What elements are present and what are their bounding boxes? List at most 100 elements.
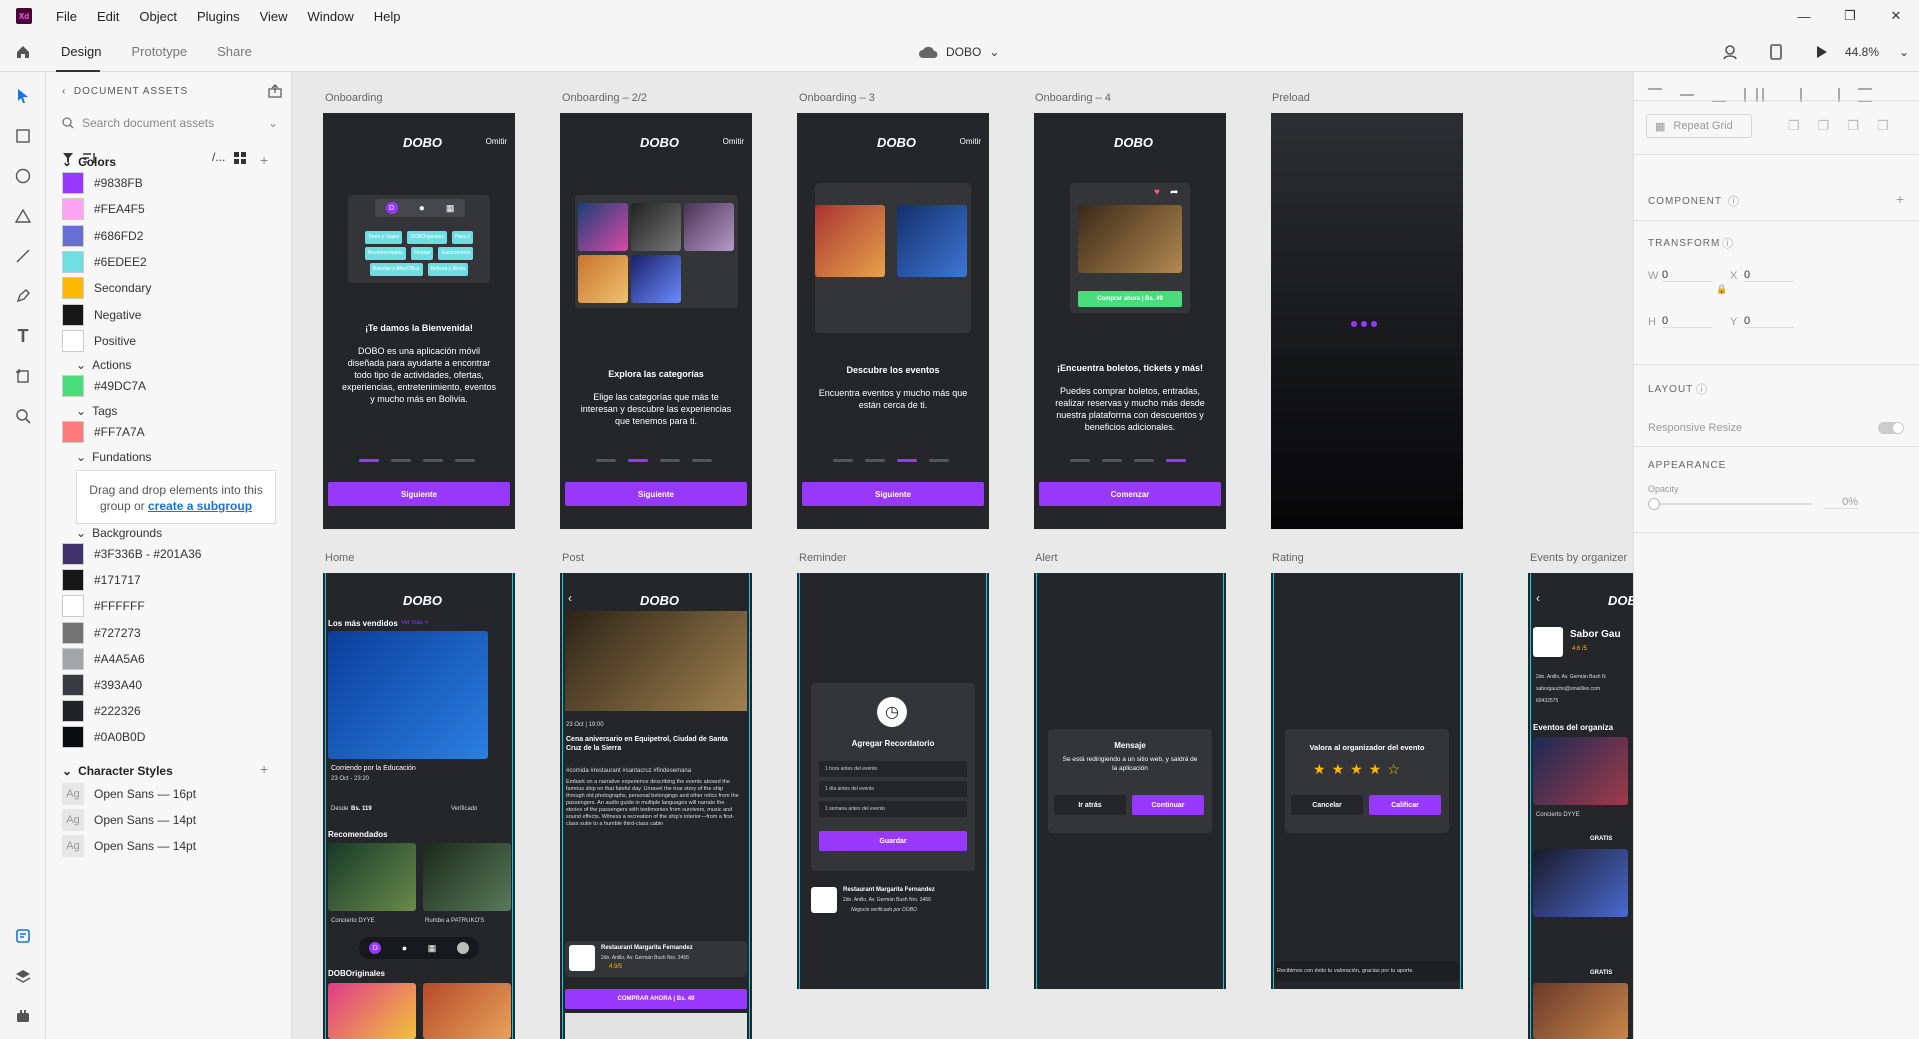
exclude-icon[interactable]: ❐	[1877, 118, 1889, 134]
artboard-label[interactable]: Onboarding – 3	[799, 92, 875, 104]
event-image[interactable]	[1533, 849, 1628, 917]
artboard-preload[interactable]	[1271, 113, 1463, 529]
artboard-label[interactable]: Alert	[1035, 552, 1058, 564]
polygon-tool-icon[interactable]	[13, 206, 33, 226]
featured-event-image[interactable]	[328, 631, 488, 759]
layers-panel-icon[interactable]	[13, 966, 33, 986]
add-component-icon[interactable]: +	[1896, 191, 1904, 207]
color-swatch-row[interactable]: #A4A5A6	[62, 647, 145, 671]
list-view-icon[interactable]: /...	[212, 150, 225, 164]
menu-help[interactable]: Help	[364, 0, 411, 32]
mobile-preview-icon[interactable]	[1753, 44, 1799, 60]
color-swatch-row[interactable]: Positive	[62, 329, 136, 353]
color-swatch-row[interactable]: #686FD2	[62, 224, 143, 248]
back-arrow-icon[interactable]: ‹	[568, 591, 572, 605]
buy-now-button[interactable]: COMPRAR AHORA | Bs. 49	[565, 989, 747, 1009]
color-swatch-row[interactable]: #9838FB	[62, 171, 143, 195]
tab-prototype[interactable]: Prototype	[116, 32, 202, 72]
reminder-option[interactable]: 1 hora antes del evento	[819, 761, 967, 777]
menu-plugins[interactable]: Plugins	[187, 0, 250, 32]
cancel-button[interactable]: Cancelar	[1291, 795, 1363, 815]
export-icon[interactable]	[268, 84, 282, 101]
artboard-rating[interactable]: Valora al organizador del evento ★ ★ ★ ★ ☆ C…	[1271, 573, 1463, 989]
repeat-grid-button[interactable]: ▦ Repeat Grid	[1646, 114, 1752, 138]
colors-section[interactable]: ⌄ Colors	[62, 155, 116, 169]
map-preview[interactable]	[565, 1013, 747, 1039]
back-chevron-icon[interactable]: ‹	[62, 86, 66, 97]
search-chevron-icon[interactable]: ⌄	[268, 116, 278, 130]
back-arrow-icon[interactable]: ‹	[1536, 591, 1540, 605]
artboard-onboarding-2[interactable]: DOBO Omitir Explora las categorías Elige…	[560, 113, 752, 529]
artboard-home[interactable]: DOBO Los más vendidos Ver más > Corriend…	[323, 573, 515, 1039]
tab-share[interactable]: Share	[202, 32, 267, 72]
event-image[interactable]	[1533, 983, 1628, 1039]
tags-group[interactable]: ⌄ Tags	[76, 404, 117, 418]
save-button[interactable]: Guardar	[819, 831, 967, 851]
zoom-chevron-icon[interactable]: ⌄	[1889, 45, 1919, 59]
color-swatch-row[interactable]: #49DC7A	[62, 374, 146, 398]
restore-icon[interactable]: ❐	[1827, 0, 1873, 32]
character-styles-section[interactable]: ⌄ Character Styles	[62, 764, 173, 778]
artboard-reminder[interactable]: ◷ Agregar Recordatorio 1 hora antes del …	[797, 573, 989, 989]
actions-group[interactable]: ⌄ Actions	[76, 358, 131, 372]
artboard-label[interactable]: Onboarding – 2/2	[562, 92, 647, 104]
opacity-slider-handle[interactable]	[1648, 498, 1660, 510]
close-icon[interactable]: ✕	[1873, 0, 1919, 32]
artboard-label[interactable]: Rating	[1272, 552, 1304, 564]
subtract-icon[interactable]: ❐	[1818, 118, 1830, 134]
original-image[interactable]	[328, 983, 416, 1039]
skip-link[interactable]: Omitir	[486, 137, 507, 146]
line-tool-icon[interactable]	[13, 246, 33, 266]
lock-aspect-icon[interactable]: 🔒	[1716, 284, 1727, 295]
menu-object[interactable]: Object	[129, 0, 187, 32]
y-input[interactable]: 0	[1744, 315, 1794, 328]
next-button[interactable]: Siguiente	[565, 482, 747, 506]
search-input[interactable]: Search document assets	[82, 116, 214, 130]
info-icon[interactable]: ⓘ	[1722, 235, 1733, 251]
menu-window[interactable]: Window	[298, 0, 364, 32]
info-icon[interactable]: ⓘ	[1728, 193, 1739, 209]
backgrounds-group[interactable]: ⌄ Backgrounds	[76, 526, 162, 540]
color-swatch-row[interactable]: Negative	[62, 303, 141, 327]
avatar[interactable]	[456, 942, 469, 954]
pen-tool-icon[interactable]	[13, 286, 33, 306]
start-button[interactable]: Comenzar	[1039, 482, 1221, 506]
fundations-group[interactable]: ⌄ Fundations	[76, 450, 151, 464]
character-style-row[interactable]: Ag Open Sans — 14pt	[62, 808, 196, 832]
skip-link[interactable]: Omitir	[960, 137, 981, 146]
create-subgroup-link[interactable]: create a subgroup	[148, 499, 252, 513]
artboard-onboarding-3[interactable]: DOBO Omitir Descubre los eventos Encuent…	[797, 113, 989, 529]
see-more-link[interactable]: Ver más >	[401, 620, 428, 626]
intersect-icon[interactable]: ❐	[1847, 118, 1859, 134]
color-swatch-row[interactable]: #0A0B0D	[62, 725, 145, 749]
event-image[interactable]	[1533, 737, 1628, 805]
home-icon[interactable]	[0, 44, 46, 60]
artboard-onboarding-4[interactable]: DOBO ♥ ➦ Comprar ahora | Bs. 49 ¡Encuent…	[1034, 113, 1226, 529]
menu-edit[interactable]: Edit	[87, 0, 129, 32]
color-swatch-row[interactable]: #3F336B - #201A36	[62, 542, 201, 566]
color-swatch-row[interactable]: #FF7A7A	[62, 420, 145, 444]
color-swatch-row[interactable]: #171717	[62, 568, 141, 592]
buy-now-button[interactable]: Comprar ahora | Bs. 49	[1078, 291, 1182, 307]
character-style-row[interactable]: Ag Open Sans — 16pt	[62, 782, 196, 806]
go-back-button[interactable]: Ir atrás	[1054, 795, 1126, 815]
reminder-option[interactable]: 1 día antes del evento	[819, 781, 967, 797]
color-swatch-row[interactable]: Secondary	[62, 276, 151, 300]
artboard-label[interactable]: Events by organizer	[1530, 552, 1627, 564]
zoom-level[interactable]: 44.8%	[1845, 45, 1889, 59]
color-swatch-row[interactable]: #393A40	[62, 673, 142, 697]
star-rating[interactable]: ★ ★ ★ ★ ☆	[1313, 761, 1400, 778]
color-swatch-row[interactable]: #6EDEE2	[62, 250, 147, 274]
color-swatch-row[interactable]: #727273	[62, 621, 141, 645]
select-tool-icon[interactable]	[13, 86, 33, 106]
artboard-label[interactable]: Onboarding – 4	[1035, 92, 1111, 104]
design-canvas[interactable]: Onboarding Onboarding – 2/2 Onboarding –…	[292, 72, 1633, 1039]
artboard-label[interactable]: Preload	[1272, 92, 1310, 104]
opacity-slider-track[interactable]	[1648, 503, 1812, 505]
x-input[interactable]: 0	[1744, 269, 1794, 282]
continue-button[interactable]: Continuar	[1132, 795, 1204, 815]
reminder-option[interactable]: 1 semana antes del evento	[819, 801, 967, 817]
original-image[interactable]	[423, 983, 511, 1039]
artboard-label[interactable]: Home	[325, 552, 354, 564]
color-swatch-row[interactable]: #FFFFFF	[62, 594, 145, 618]
